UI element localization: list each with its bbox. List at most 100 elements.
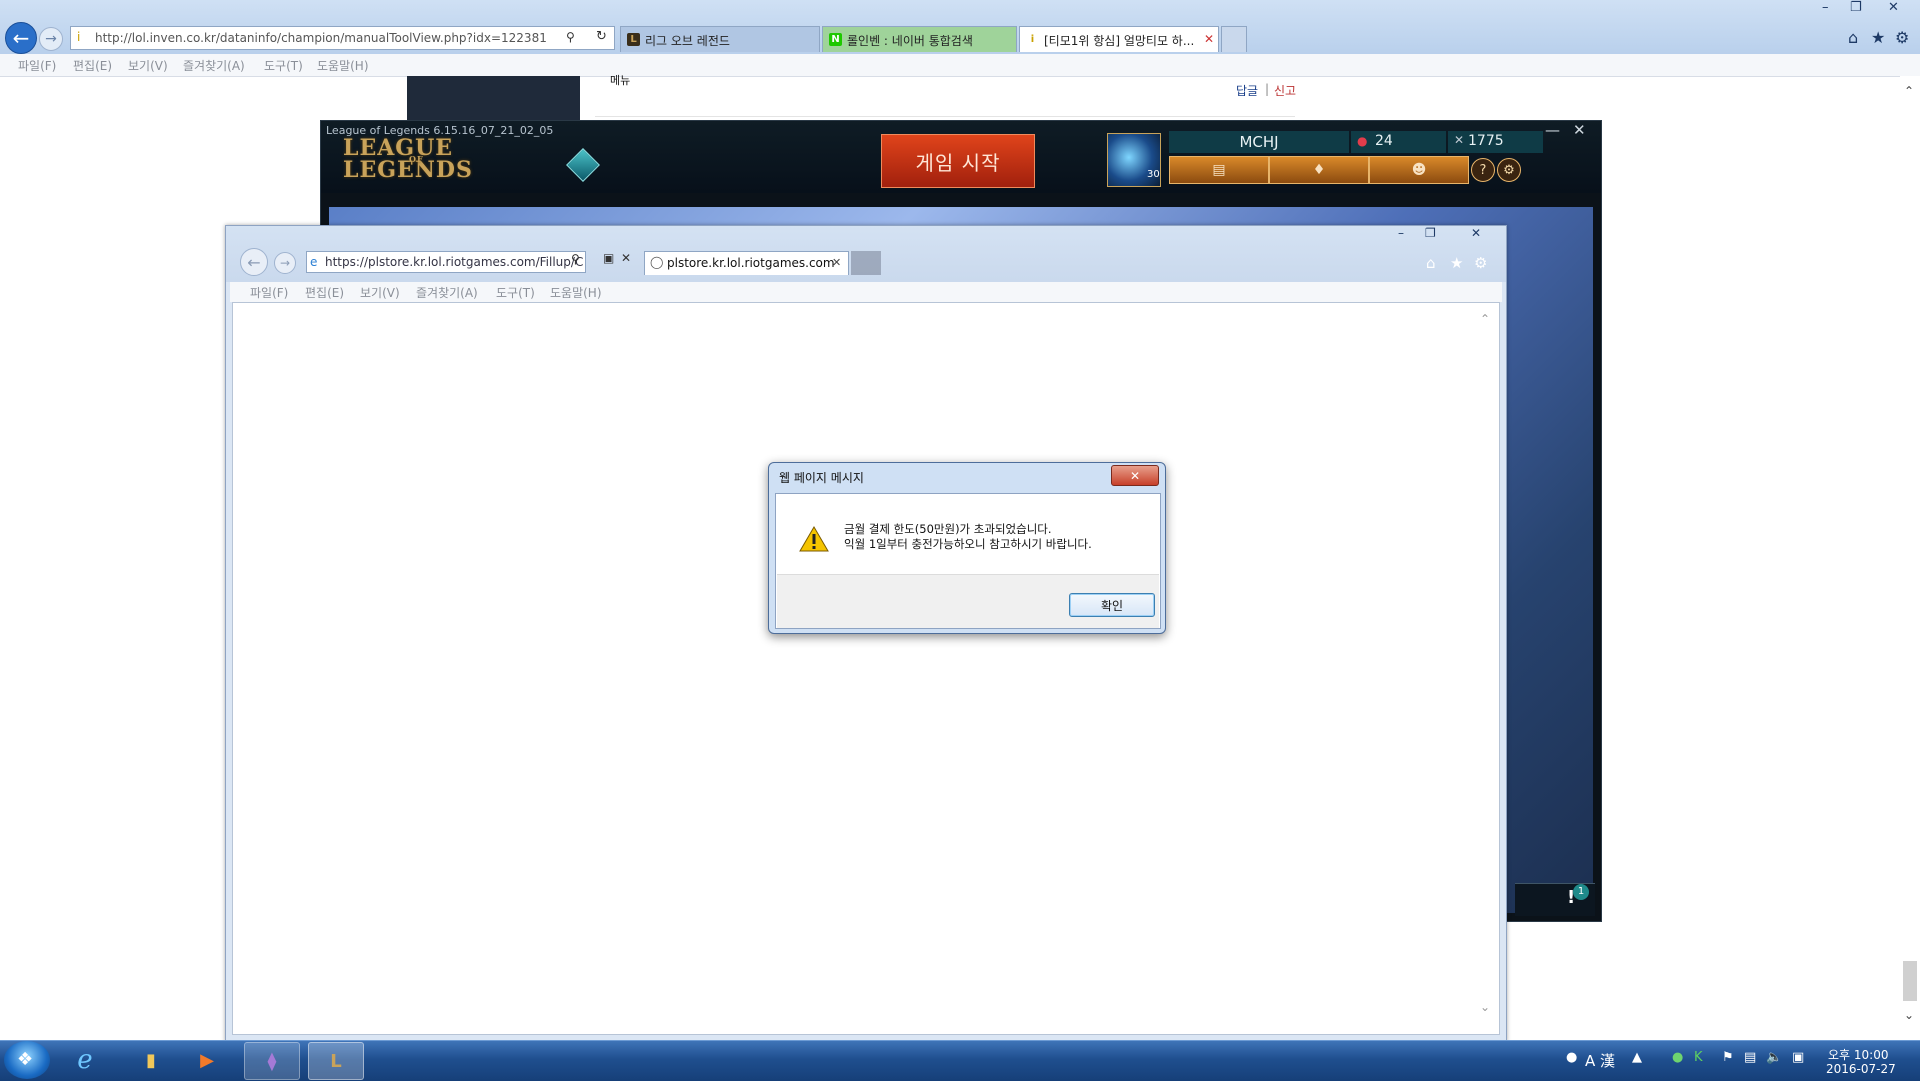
ok-button[interactable]: 확인 <box>1069 593 1155 617</box>
network-icon[interactable]: ▤ <box>1744 1050 1756 1065</box>
start-button[interactable]: ❖ <box>4 1041 50 1079</box>
menu-favorites[interactable]: 즐겨찾기(A) <box>416 284 478 301</box>
champions-button[interactable]: ♦ <box>1269 156 1369 184</box>
back-button[interactable]: ← <box>5 22 37 54</box>
menu-help[interactable]: 도움말(H) <box>550 284 602 301</box>
dialog-title: 웹 페이지 메시지 <box>779 471 864 485</box>
scroll-up-icon[interactable]: ⌃ <box>1480 312 1490 326</box>
forward-arrow-icon: → <box>45 31 57 47</box>
language-bar-icon[interactable]: ● <box>1566 1050 1577 1065</box>
windows-logo-icon: ❖ <box>17 1049 34 1070</box>
favorites-star-icon[interactable]: ★ <box>1871 28 1885 47</box>
address-bar[interactable]: i http://lol.inven.co.kr/dataninfo/champ… <box>70 26 615 50</box>
taskbar-visual-studio-button[interactable]: ⧫ <box>244 1042 300 1080</box>
page-scrollbar[interactable]: ⌃ ⌄ <box>1900 76 1920 1038</box>
action-center-flag-icon[interactable]: ⚑ <box>1722 1050 1734 1065</box>
volume-icon[interactable]: 🔈 <box>1766 1050 1782 1065</box>
back-arrow-icon: ← <box>247 252 261 272</box>
web-page-message-dialog: 웹 페이지 메시지 ✕ 금월 결제 한도(50만원)가 초과되었습니다. 익월 … <box>768 462 1166 634</box>
clock-time[interactable]: 오후 10:00 <box>1828 1046 1888 1063</box>
dialog-close-button[interactable]: ✕ <box>1111 465 1159 486</box>
minimize-icon[interactable]: – <box>1822 0 1829 15</box>
menu-file[interactable]: 파일(F) <box>250 284 288 301</box>
favorites-star-icon[interactable]: ★ <box>1450 254 1463 272</box>
search-icon[interactable]: ⚲ <box>566 30 575 44</box>
champion-icon: ♦ <box>1312 162 1326 178</box>
help-button[interactable]: ? <box>1471 158 1495 182</box>
rp-value: 24 <box>1375 133 1393 149</box>
rp-balance: ● 24 <box>1351 131 1446 153</box>
lol-minimize-icon[interactable]: — <box>1545 121 1560 139</box>
logo-of: OF <box>409 154 424 164</box>
store-browser-titlebar: – ❐ ✕ ← → e https://plstore.kr.lol.riotg… <box>226 226 1506 282</box>
back-button[interactable]: ← <box>240 248 268 276</box>
lol-close-icon[interactable]: ✕ <box>1573 121 1586 139</box>
menu-link[interactable]: 메뉴 <box>610 72 630 88</box>
power-icon[interactable]: ▣ <box>1792 1050 1804 1065</box>
scroll-up-icon[interactable]: ⌃ <box>1904 84 1914 98</box>
tab-naver[interactable]: N 롤인벤 : 네이버 통합검색 <box>822 26 1017 52</box>
refresh-icon[interactable]: ↻ <box>596 29 607 44</box>
scroll-down-icon[interactable]: ⌄ <box>1480 1000 1490 1014</box>
menu-tools[interactable]: 도구(T) <box>496 284 535 301</box>
play-button[interactable]: 게임 시작 <box>881 134 1035 188</box>
tab-inven-active[interactable]: i [티모1위 항심] 얼망티모 하... ✕ <box>1019 26 1219 52</box>
dialog-body: 금월 결제 한도(50만원)가 초과되었습니다. 익월 1일부터 충전가능하오니… <box>775 493 1161 629</box>
lol-alert-gem-icon[interactable] <box>566 148 600 182</box>
store-page-content <box>232 302 1500 1035</box>
address-bar[interactable]: e https://plstore.kr.lol.riotgames.com/F… <box>306 251 586 273</box>
tab-plstore-active[interactable]: ◯ plstore.kr.lol.riotgames.com ✕ <box>644 251 849 275</box>
scroll-thumb[interactable] <box>1903 961 1917 1001</box>
forward-button[interactable]: → <box>274 252 296 274</box>
scroll-down-icon[interactable]: ⌄ <box>1904 1008 1914 1022</box>
clock-date[interactable]: 2016-07-27 <box>1826 1062 1896 1076</box>
new-tab-button[interactable] <box>1221 26 1247 52</box>
maximize-icon[interactable]: ❐ <box>1425 226 1436 240</box>
new-tab-button[interactable] <box>851 251 881 275</box>
reply-link[interactable]: 답글 <box>1236 82 1258 99</box>
menu-help[interactable]: 도움말(H) <box>317 57 369 74</box>
settings-gear-icon[interactable]: ⚙ <box>1895 28 1909 47</box>
naver-favicon-icon: N <box>829 33 842 46</box>
chest-icon: ▤ <box>1212 162 1226 178</box>
show-hidden-icons-icon[interactable]: ▲ <box>1632 1050 1642 1065</box>
settings-gear-icon[interactable]: ⚙ <box>1474 254 1487 272</box>
ip-value: 1775 <box>1468 133 1504 149</box>
profile-button[interactable]: ☻ <box>1369 156 1469 184</box>
store-chest-button[interactable]: ▤ <box>1169 156 1269 184</box>
ie-page-icon: e <box>310 255 318 269</box>
taskbar-media-player-button[interactable]: ▶ <box>180 1042 234 1078</box>
tab-close-icon[interactable]: ✕ <box>1204 32 1214 46</box>
forward-button[interactable]: → <box>39 27 63 51</box>
home-icon[interactable]: ⌂ <box>1426 254 1436 272</box>
close-icon[interactable]: ✕ <box>1888 0 1899 15</box>
menu-file[interactable]: 파일(F) <box>18 57 56 74</box>
lol-favicon-icon: L <box>627 33 640 46</box>
minimize-icon[interactable]: – <box>1398 226 1404 240</box>
taskbar-explorer-button[interactable]: ▮ <box>124 1042 178 1078</box>
store-scrollbar[interactable]: ⌃ ⌄ <box>1478 312 1492 1017</box>
restore-icon[interactable]: ❐ <box>1850 0 1862 15</box>
settings-button[interactable]: ⚙ <box>1497 158 1521 182</box>
lol-app-icon: L <box>330 1050 342 1072</box>
menu-edit[interactable]: 편집(E) <box>305 284 344 301</box>
menu-view[interactable]: 보기(V) <box>128 57 168 74</box>
report-link[interactable]: 신고 <box>1274 82 1296 99</box>
menu-view[interactable]: 보기(V) <box>360 284 400 301</box>
tray-k-icon[interactable]: K <box>1694 1050 1703 1065</box>
tab-label: 리그 오브 레전드 <box>645 34 730 48</box>
search-icon[interactable]: ⚲ <box>571 252 580 266</box>
close-icon[interactable]: ✕ <box>1471 226 1481 240</box>
back-arrow-icon: ← <box>12 26 30 50</box>
home-icon[interactable]: ⌂ <box>1848 28 1858 47</box>
stop-icon[interactable]: ✕ <box>621 251 631 265</box>
menu-tools[interactable]: 도구(T) <box>264 57 303 74</box>
menu-favorites[interactable]: 즐겨찾기(A) <box>183 57 245 74</box>
tab-lol[interactable]: L 리그 오브 레전드 <box>620 26 820 52</box>
tab-close-icon[interactable]: ✕ <box>832 256 841 269</box>
ime-mode-indicator[interactable]: A 漢 <box>1585 1050 1615 1071</box>
taskbar-lol-button[interactable]: L <box>308 1042 364 1080</box>
tray-app-icon[interactable]: ● <box>1672 1050 1683 1065</box>
menu-edit[interactable]: 편집(E) <box>73 57 112 74</box>
taskbar-ie-button[interactable]: e <box>58 1042 112 1078</box>
